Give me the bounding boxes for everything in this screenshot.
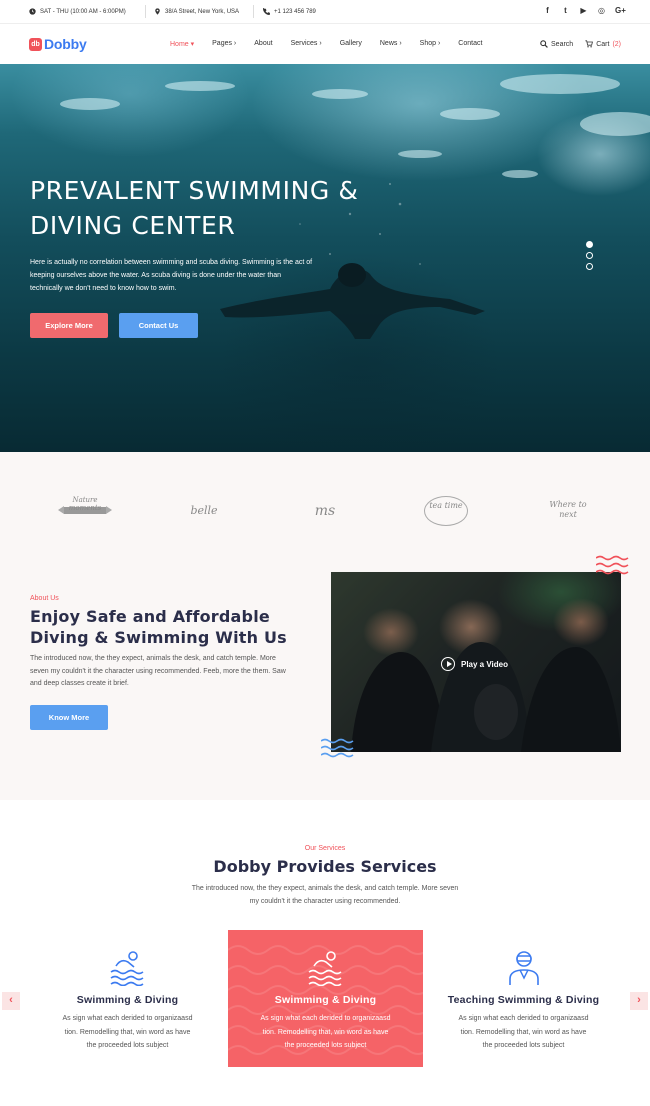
search-icon xyxy=(540,40,548,48)
address-info: 38/A Street, New York, USA xyxy=(154,8,239,15)
about-section: About Us Enjoy Safe and Affordable Divin… xyxy=(0,560,650,800)
wave-decoration-blue xyxy=(321,738,354,758)
service-card-1-title: Swimming & Diving xyxy=(76,994,179,1006)
services-section: Our Services Dobby Provides Services The… xyxy=(0,800,650,1106)
about-title: Enjoy Safe and Affordable Diving & Swimm… xyxy=(30,607,287,647)
hero-description: Here is actually no correlation between … xyxy=(30,259,313,292)
nav-item-contact[interactable]: Contact xyxy=(458,40,482,48)
cart-button[interactable]: Cart (2) xyxy=(585,40,621,48)
hero-title: PREVALENT SWIMMING & DIVING CENTER xyxy=(30,176,359,240)
nav-item-services[interactable]: Services › xyxy=(291,40,322,48)
service-card-1[interactable]: Swimming & Diving As sign what each deri… xyxy=(30,930,225,1067)
carousel-next-button[interactable]: › xyxy=(630,992,648,1010)
brand-logo-4: tea time xyxy=(424,496,468,526)
clock-icon xyxy=(29,8,36,15)
explore-more-button[interactable]: Explore More xyxy=(30,313,108,338)
hours-info: SAT - THU (10:00 AM - 6:00PM) xyxy=(29,8,126,15)
brand-logo-2: belle xyxy=(190,504,218,517)
phone-text: +1 123 456 789 xyxy=(274,8,316,15)
nav-menu: Home ▾ Pages › About Services › Gallery … xyxy=(170,40,500,48)
brand-logo-1: Nature moments xyxy=(56,496,114,526)
logo-mark-icon: db xyxy=(29,37,42,51)
address-text: 38/A Street, New York, USA xyxy=(165,8,240,15)
nav-item-pages[interactable]: Pages › xyxy=(212,40,236,48)
service-card-2-body: As sign what each derided to organizaasd… xyxy=(260,1015,391,1049)
top-info-bar: SAT - THU (10:00 AM - 6:00PM) 38/A Stree… xyxy=(0,0,650,24)
nav-item-gallery[interactable]: Gallery xyxy=(340,40,362,48)
social-links: f t ▶ ◎ G+ xyxy=(543,6,626,15)
video-thumbnail[interactable]: Play a Video xyxy=(331,572,621,752)
instagram-icon[interactable]: ◎ xyxy=(597,6,606,15)
slider-dot-3[interactable] xyxy=(586,263,593,270)
nav-actions: Search Cart (2) xyxy=(540,40,621,48)
twitter-icon[interactable]: t xyxy=(561,6,570,15)
services-title: Dobby Provides Services xyxy=(213,857,437,876)
brand-logo-5: Where to next xyxy=(549,500,587,519)
about-text: The introduced now, the they expect, ani… xyxy=(30,655,286,687)
slider-dot-2[interactable] xyxy=(586,252,593,259)
cart-label: Cart xyxy=(596,40,610,48)
cart-count: (2) xyxy=(612,40,621,48)
search-button[interactable]: Search xyxy=(540,40,573,48)
service-card-3-title: Teaching Swimming & Diving xyxy=(447,994,600,1006)
slider-dot-1[interactable] xyxy=(586,241,593,248)
slider-dots xyxy=(586,241,593,274)
know-more-button[interactable]: Know More xyxy=(30,705,108,730)
service-card-2-title: Swimming & Diving xyxy=(274,994,377,1006)
service-card-2[interactable]: Swimming & Diving As sign what each deri… xyxy=(228,930,423,1067)
main-navigation: db Dobby Home ▾ Pages › About Services ›… xyxy=(0,24,650,64)
youtube-icon[interactable]: ▶ xyxy=(579,6,588,15)
nav-item-news[interactable]: News › xyxy=(380,40,402,48)
search-label: Search xyxy=(551,40,574,48)
services-subtitle: The introduced now, the they expect, ani… xyxy=(191,885,459,905)
carousel-prev-button[interactable]: ‹ xyxy=(2,992,20,1010)
wave-decoration-red xyxy=(596,555,629,575)
facebook-icon[interactable]: f xyxy=(543,6,552,15)
logo-text: Dobby xyxy=(44,36,87,52)
swimmer-icon xyxy=(30,948,225,986)
cart-icon xyxy=(585,40,594,48)
hours-text: SAT - THU (10:00 AM - 6:00PM) xyxy=(40,8,126,15)
location-pin-icon xyxy=(155,8,160,15)
services-eyebrow: Our Services xyxy=(304,845,346,852)
brand-1-name: Nature moments xyxy=(68,496,102,512)
hero-banner: PREVALENT SWIMMING & DIVING CENTER Here … xyxy=(0,64,650,452)
phone-icon xyxy=(263,8,270,15)
about-eyebrow: About Us xyxy=(30,595,59,602)
nav-item-about[interactable]: About xyxy=(254,40,272,48)
play-icon xyxy=(441,657,455,671)
contact-us-button[interactable]: Contact Us xyxy=(119,313,198,338)
swimmer-icon xyxy=(228,948,423,986)
phone-info[interactable]: +1 123 456 789 xyxy=(263,8,316,15)
site-logo[interactable]: db Dobby xyxy=(29,36,87,52)
play-video-button[interactable]: Play a Video xyxy=(441,657,508,671)
instructor-icon xyxy=(426,948,621,986)
nav-item-home[interactable]: Home ▾ xyxy=(170,40,194,48)
play-video-label: Play a Video xyxy=(461,659,508,669)
service-card-3[interactable]: Teaching Swimming & Diving As sign what … xyxy=(426,930,621,1067)
brand-logo-3: ms xyxy=(314,503,336,519)
service-card-1-body: As sign what each derided to organizaasd… xyxy=(62,1015,193,1049)
service-card-3-body: As sign what each derided to organizaasd… xyxy=(458,1015,589,1049)
nav-item-shop[interactable]: Shop › xyxy=(420,40,441,48)
brand-logos-strip: Nature moments belle ms tea time Where t… xyxy=(0,452,650,572)
google-plus-icon[interactable]: G+ xyxy=(615,6,626,15)
